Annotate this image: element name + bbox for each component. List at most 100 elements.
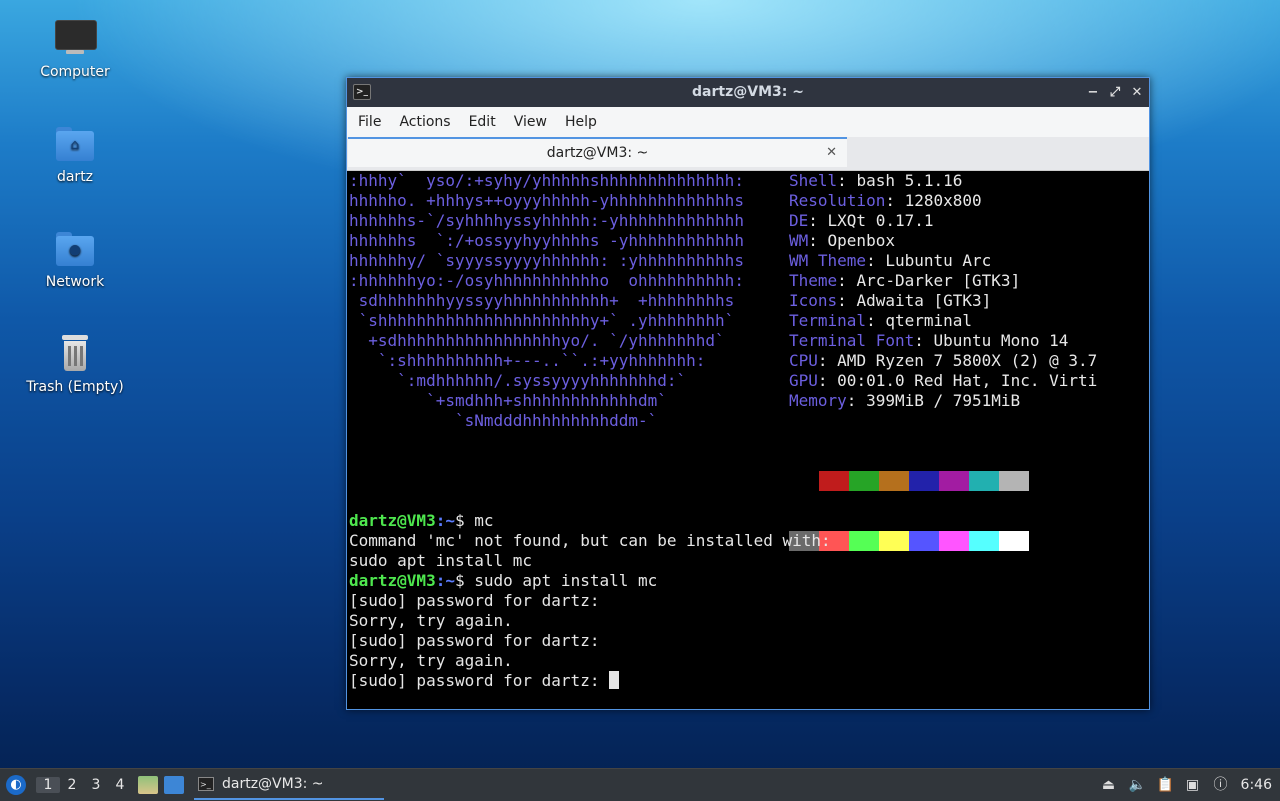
system-info-key: GPU [789,371,818,390]
desktop-icon-home[interactable]: ⌂ dartz [10,123,140,185]
desktop-icon-trash[interactable]: Trash (Empty) [10,333,140,395]
volume-icon[interactable]: 🔈 [1129,777,1146,793]
home-folder-icon: ⌂ [54,123,96,163]
output-line: Command 'mc' not found, but can be insta… [349,531,831,550]
palette-swatch-normal [999,471,1029,491]
system-info-line: Memory: 399MiB / 7951MiB [789,391,1097,411]
system-info-line: Terminal Font: Ubuntu Mono 14 [789,331,1097,351]
clock[interactable]: 6:46 [1241,777,1272,793]
window-title: dartz@VM3: ~ [692,84,804,100]
system-info-value: : LXQt 0.17.1 [808,211,934,230]
trash-icon [54,333,96,373]
system-info-key: WM Theme [789,251,867,270]
palette-swatch-normal [789,471,819,491]
palette-swatch-bright [909,531,939,551]
output-line: sudo apt install mc [349,551,533,570]
system-info-key: Resolution [789,191,886,210]
ascii-logo-line: `+smdhhh+shhhhhhhhhhhhdm` [349,391,667,410]
menu-file[interactable]: File [349,114,390,130]
network-folder-icon: ● [54,228,96,268]
menu-help[interactable]: Help [556,114,606,130]
palette-swatch-bright [939,531,969,551]
close-icon[interactable]: ✕ [1131,78,1143,107]
desktop-icon-computer[interactable]: Computer [10,18,140,80]
palette-swatch-normal [879,471,909,491]
maximize-icon[interactable]: ⤢ [1109,78,1121,107]
prompt-line: dartz@VM3:~$ sudo apt install mc [349,571,831,591]
system-info-value: : qterminal [866,311,973,330]
system-info-value: : Ubuntu Mono 14 [914,331,1069,350]
notification-icon[interactable]: ⓘ [1213,777,1229,793]
ascii-logo-line: :hhhy` yso/:+syhy/yhhhhhshhhhhhhhhhhhhh: [349,171,744,190]
system-info-value: : AMD Ryzen 7 5800X (2) @ 3.7 [817,351,1098,370]
system-info-value: : 00:01.0 Red Hat, Inc. Virti [817,371,1098,390]
tab-terminal[interactable]: dartz@VM3: ~ ✕ [348,137,847,167]
desktop-switch-1[interactable]: 1 [36,777,60,793]
ascii-logo-line: +sdhhhhhhhhhhhhhhhhhyo/. `/yhhhhhhhd` [349,331,725,350]
desktop-switch-2[interactable]: 2 [60,777,84,793]
system-info-key: CPU [789,351,818,370]
output-line: Sorry, try again. [349,651,513,670]
system-info-value: : Lubuntu Arc [866,251,992,270]
prompt-command: $ mc [454,511,494,530]
password-prompt-line: [sudo] password for dartz: [349,671,831,691]
output-line: [sudo] password for dartz: [349,631,600,650]
desktop-switch-4[interactable]: 4 [108,777,132,793]
network-icon[interactable]: ▣ [1185,777,1201,793]
system-info-line: WM: Openbox [789,231,1097,251]
ascii-logo-line: `sNmdddhhhhhhhhhddm-` [349,411,658,430]
updates-icon[interactable]: ⏏ [1101,777,1117,793]
system-info-line: GPU: 00:01.0 Red Hat, Inc. Virti [789,371,1097,391]
menu-actions[interactable]: Actions [390,114,459,130]
prompt-command: $ sudo apt install mc [454,571,658,590]
palette-swatch-normal [849,471,879,491]
system-info-key: Terminal Font [789,331,915,350]
terminal-window[interactable]: >_ dartz@VM3: ~ − ⤢ ✕ File Actions Edit … [346,77,1150,710]
ascii-logo-line: `:mdhhhhhh/.syssyyyyhhhhhhhd:` [349,371,687,390]
system-info-key: Icons [789,291,838,310]
system-info-key: Memory [789,391,847,410]
system-info-line: Shell: bash 5.1.16 [789,171,1097,191]
system-info: Shell: bash 5.1.16 Resolution: 1280x800 DE… [789,171,1097,411]
ascii-logo: :hhhy` yso/:+syhy/yhhhhhshhhhhhhhhhhhhh:… [349,171,744,431]
palette-swatch-normal [909,471,939,491]
ascii-logo-line: `:shhhhhhhhhh+---..``.:+yyhhhhhhh: [349,351,706,370]
window-titlebar[interactable]: >_ dartz@VM3: ~ − ⤢ ✕ [347,78,1149,107]
output-line: [sudo] password for dartz: [349,591,600,610]
palette-swatch-bright [999,531,1029,551]
palette-swatch-bright [969,531,999,551]
text-cursor [609,671,620,689]
ascii-logo-line: sdhhhhhhhyyssyyhhhhhhhhhhh+ +hhhhhhhhs [349,291,735,310]
tab-close-icon[interactable]: ✕ [826,139,837,167]
ascii-logo-line: `shhhhhhhhhhhhhhhhhhhhhhy+` .yhhhhhhhh` [349,311,735,330]
terminal-task-icon: >_ [198,777,214,791]
start-menu-icon[interactable]: ◐ [6,775,26,795]
terminal-output[interactable]: :hhhy` yso/:+syhy/yhhhhhshhhhhhhhhhhhhh:… [349,171,1145,706]
ascii-logo-line: hhhhhhy/ `syyyssyyyyhhhhhh: :yhhhhhhhhhh… [349,251,744,270]
output-line: Sorry, try again. [349,611,513,630]
ascii-logo-line: hhhhho. +hhhys++oyyyhhhhh-yhhhhhhhhhhhhh… [349,191,744,210]
menu-view[interactable]: View [505,114,556,130]
desktop-icon-network[interactable]: ● Network [10,228,140,290]
system-info-key: Theme [789,271,838,290]
system-info-key: DE [789,211,809,230]
desktop-switch-3[interactable]: 3 [84,777,108,793]
palette-swatch-normal [969,471,999,491]
menu-edit[interactable]: Edit [460,114,505,130]
system-info-line: CPU: AMD Ryzen 7 5800X (2) @ 3.7 [789,351,1097,371]
minimize-icon[interactable]: − [1087,78,1099,107]
ascii-logo-line: :hhhhhhyo:-/osyhhhhhhhhhhho ohhhhhhhhhh: [349,271,744,290]
taskbar-task-terminal[interactable]: >_ dartz@VM3: ~ [194,770,384,800]
clipboard-icon[interactable]: 📋 [1157,777,1174,793]
desktop-icon-label: Computer [40,64,110,80]
computer-icon [54,18,97,58]
terminal-app-icon[interactable]: >_ [353,84,371,100]
palette-swatch-bright [879,531,909,551]
system-info-key: Terminal [789,311,867,330]
system-info-line: Theme: Arc-Darker [GTK3] [789,271,1097,291]
file-manager-launcher-icon[interactable] [138,776,158,794]
task-label: dartz@VM3: ~ [222,776,324,792]
system-info-value: : 399MiB / 7951MiB [846,391,1021,410]
prompt-user: dartz@VM3 [349,571,436,590]
show-desktop-icon[interactable] [164,776,184,794]
